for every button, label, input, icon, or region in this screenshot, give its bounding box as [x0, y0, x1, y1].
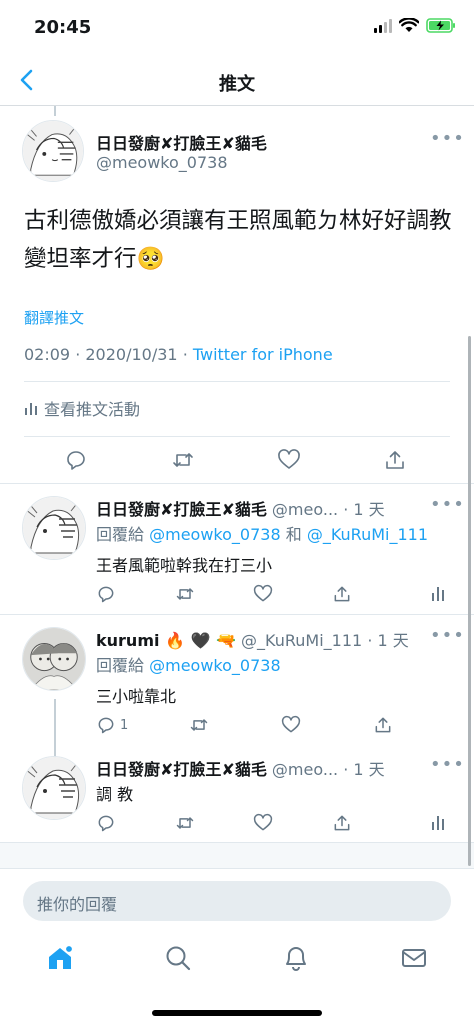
reply-composer-bar: 推你的回覆 [0, 868, 474, 1024]
battery-charging-icon [426, 18, 455, 33]
reply-tweet[interactable]: 日日發廚✘打臉王✘貓毛 @meo... · 1 天 ••• 回覆給 @meowk… [0, 483, 474, 614]
cellular-signal-icon [374, 18, 392, 33]
share-icon[interactable] [332, 813, 352, 833]
author-handle[interactable]: @meo... [272, 760, 338, 779]
author-handle[interactable]: @meo... [272, 500, 338, 519]
like-icon[interactable] [253, 584, 273, 604]
tweet-text: 王者風範啦幹我在打三小 [96, 556, 273, 575]
replying-to: 回覆給 @meowko_0738 和 @_KuRuMi_111 [96, 521, 428, 545]
tweet-source-link[interactable]: Twitter for iPhone [193, 345, 333, 364]
reply-header: 日日發廚✘打臉王✘貓毛 @meo... · 1 天 [96, 496, 385, 520]
share-icon[interactable] [332, 584, 352, 604]
retweet-icon[interactable] [189, 715, 209, 735]
mention-link[interactable]: @meowko_0738 [149, 656, 281, 675]
author-name[interactable]: 日日發廚✘打臉王✘貓毛 [96, 500, 267, 519]
avatar[interactable] [22, 756, 86, 820]
tweet-date: 2020/10/31 [85, 345, 178, 364]
replying-to-and: 和 [285, 525, 302, 544]
mention-link[interactable]: @meowko_0738 [149, 525, 281, 544]
tweet-meta: 02:09 · 2020/10/31 · Twitter for iPhone [24, 345, 333, 364]
retweet-icon[interactable] [175, 813, 195, 833]
share-icon[interactable] [383, 448, 407, 472]
tweet-activity-link[interactable]: 查看推文活動 [24, 396, 140, 420]
reply-tweet[interactable]: kurumi 🔥 🖤 🔫 @_KuRuMi_111 · 1 天 ••• 回覆給 … [0, 614, 474, 761]
scrollbar[interactable] [468, 336, 471, 866]
more-options-icon[interactable]: ••• [430, 494, 465, 515]
like-icon[interactable] [253, 813, 273, 833]
page-title: 推文 [219, 74, 255, 95]
messages-icon[interactable] [399, 943, 429, 973]
tweet-text: 三小啦靠北 [96, 687, 177, 706]
avatar[interactable] [22, 120, 84, 182]
reply-icon[interactable] [96, 584, 116, 604]
divider [24, 436, 450, 437]
status-time: 20:45 [34, 17, 92, 38]
tweet-time: 02:09 [24, 345, 71, 364]
retweet-icon[interactable] [175, 584, 195, 604]
activity-label: 查看推文活動 [44, 400, 141, 419]
analytics-icon[interactable] [431, 584, 445, 602]
status-icons [374, 18, 456, 33]
reply-tweet[interactable]: 日日發廚✘打臉王✘貓毛 @meo... · 1 天 ••• 調 教 [0, 744, 474, 842]
wifi-icon [399, 18, 419, 32]
mention-link[interactable]: @_KuRuMi_111 [307, 525, 428, 544]
analytics-icon [25, 403, 37, 415]
thread-line [54, 106, 56, 116]
reply-icon [98, 717, 114, 734]
reply-header: 日日發廚✘打臉王✘貓毛 @meo... · 1 天 [96, 756, 385, 780]
tweet-text: 調 教 [96, 785, 134, 804]
author-handle[interactable]: @meowko_0738 [96, 153, 228, 172]
more-options-icon[interactable]: ••• [430, 754, 465, 775]
like-icon[interactable] [281, 715, 301, 735]
replying-to-label: 回覆給 [96, 525, 145, 544]
divider [24, 381, 450, 382]
author-handle[interactable]: @_KuRuMi_111 [241, 631, 362, 650]
retweet-icon[interactable] [171, 448, 195, 472]
reply-input[interactable]: 推你的回覆 [23, 881, 451, 921]
more-options-icon[interactable]: ••• [430, 128, 465, 149]
home-indicator[interactable] [152, 1010, 322, 1016]
tweet-age: · 1 天 [367, 631, 409, 650]
reply-header: kurumi 🔥 🖤 🔫 @_KuRuMi_111 · 1 天 [96, 627, 409, 651]
tweet-age: · 1 天 [343, 760, 385, 779]
search-icon[interactable] [163, 943, 193, 973]
tweet-age: · 1 天 [343, 500, 385, 519]
reply-count: 1 [120, 717, 129, 733]
nav-bar: 推文 [0, 56, 474, 106]
author-name[interactable]: 日日發廚✘打臉王✘貓毛 [96, 760, 267, 779]
home-icon[interactable] [45, 943, 75, 973]
avatar[interactable] [22, 627, 86, 691]
like-icon[interactable] [277, 448, 301, 472]
analytics-icon[interactable] [431, 813, 445, 831]
reply-action[interactable]: 1 [96, 715, 128, 735]
replying-to-label: 回覆給 [96, 656, 145, 675]
author-name[interactable]: 日日發廚✘打臉王✘貓毛 [96, 130, 267, 154]
reply-icon[interactable] [96, 813, 116, 833]
tweet-text: 古利德傲嬌必須讓有王照風範ㄉ林好好調教變坦率才行🥺 [24, 208, 452, 272]
reply-input-placeholder: 推你的回覆 [37, 895, 118, 914]
avatar[interactable] [22, 496, 86, 560]
author-name[interactable]: kurumi 🔥 🖤 🔫 [96, 631, 236, 650]
share-icon[interactable] [373, 715, 393, 735]
status-bar: 20:45 [0, 0, 474, 56]
reply-icon[interactable] [64, 448, 88, 472]
more-options-icon[interactable]: ••• [430, 625, 465, 646]
translate-tweet-link[interactable]: 翻譯推文 [24, 307, 84, 328]
notifications-icon[interactable] [281, 943, 311, 973]
replying-to: 回覆給 @meowko_0738 [96, 652, 281, 676]
